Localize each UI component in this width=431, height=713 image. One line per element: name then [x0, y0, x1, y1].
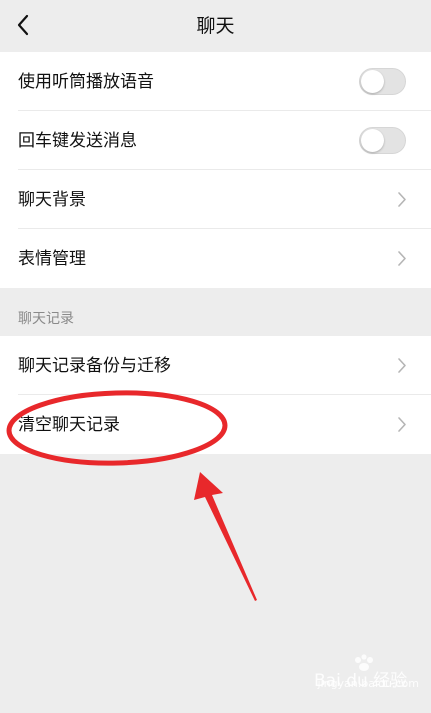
setting-row-chat-background[interactable]: 聊天背景 — [0, 170, 431, 229]
enter-send-toggle-switch[interactable] — [359, 127, 406, 154]
chat-settings-group: 使用听筒播放语音 回车键发送消息 聊天背景 表情管理 — [0, 52, 431, 288]
history-label: 聊天记录备份与迁移 — [18, 355, 171, 376]
setting-label: 聊天背景 — [18, 189, 86, 210]
setting-label: 使用听筒播放语音 — [18, 71, 154, 92]
setting-row-sticker-management[interactable]: 表情管理 — [0, 229, 431, 288]
history-row-clear-chat[interactable]: 清空聊天记录 — [0, 395, 431, 454]
setting-label: 回车键发送消息 — [18, 130, 137, 151]
history-row-backup-migrate[interactable]: 聊天记录备份与迁移 — [0, 336, 431, 395]
chevron-right-icon — [398, 358, 406, 373]
setting-row-earpiece[interactable]: 使用听筒播放语音 — [0, 52, 431, 111]
chevron-right-icon — [398, 192, 406, 207]
section-title-chat-history: 聊天记录 — [18, 311, 74, 327]
chat-history-group: 聊天记录备份与迁移 清空聊天记录 — [0, 336, 431, 454]
setting-label: 表情管理 — [18, 248, 86, 269]
history-label: 清空聊天记录 — [18, 414, 120, 435]
nav-bar: 聊天 — [0, 0, 431, 50]
earpiece-toggle-switch[interactable] — [359, 68, 406, 95]
annotation-arrow-icon — [194, 472, 257, 601]
setting-row-enter-send[interactable]: 回车键发送消息 — [0, 111, 431, 170]
toggle-knob — [361, 129, 384, 152]
toggle-knob — [361, 70, 384, 93]
watermark-url: jingyan.baidu.com — [317, 677, 419, 690]
page-title: 聊天 — [196, 15, 235, 37]
chevron-right-icon — [398, 251, 406, 266]
chevron-right-icon — [398, 417, 406, 432]
